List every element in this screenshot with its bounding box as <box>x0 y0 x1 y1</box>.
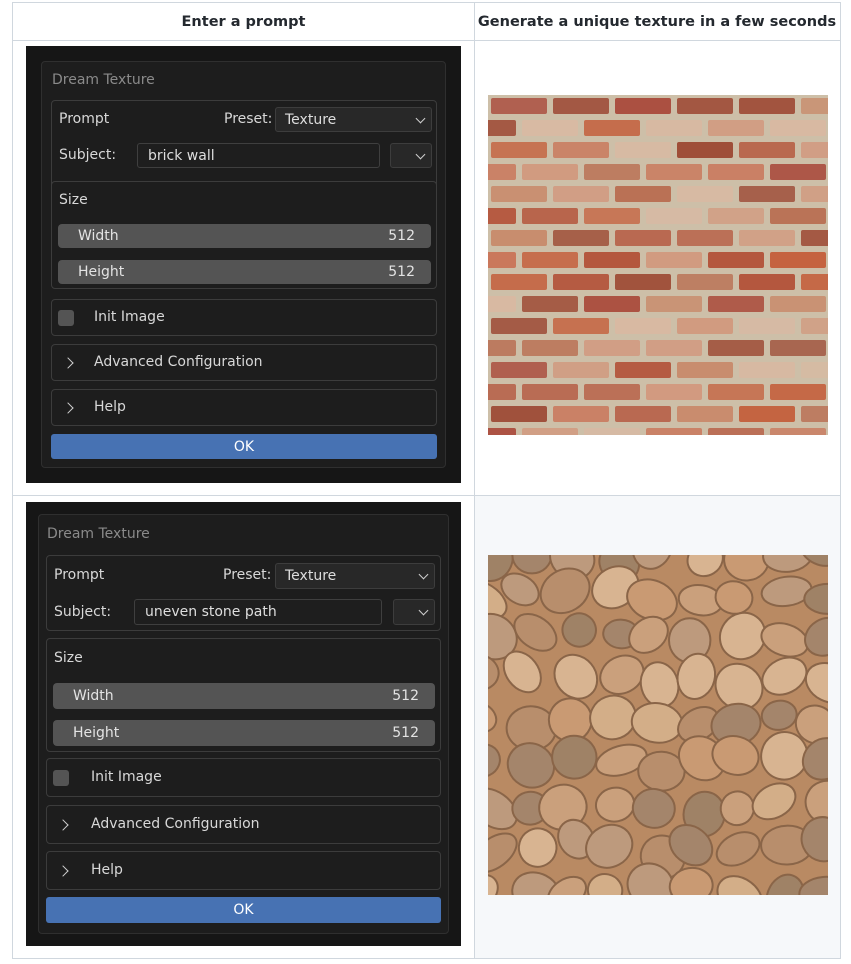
preset-value: Texture <box>285 568 337 584</box>
dialog-title: Dream Texture <box>47 526 150 542</box>
height-label: Height <box>73 725 120 741</box>
width-value: 512 <box>388 228 415 244</box>
column-header-prompt: Enter a prompt <box>181 13 306 30</box>
prompt-label: Prompt <box>59 111 110 127</box>
preset-dropdown[interactable]: Texture <box>275 107 432 132</box>
chevron-down-icon <box>418 605 429 616</box>
ok-button[interactable]: OK <box>51 434 437 459</box>
subject-input[interactable]: brick wall <box>137 143 380 168</box>
dialog-title: Dream Texture <box>52 72 155 88</box>
size-label: Size <box>54 650 83 666</box>
height-label: Height <box>78 264 125 280</box>
size-section: Size Width 512 Height 512 <box>46 638 441 752</box>
help-label: Help <box>91 862 123 878</box>
preset-label: Preset: <box>224 111 273 127</box>
column-divider <box>474 3 475 958</box>
preset-label: Preset: <box>223 567 272 583</box>
column-header-result: Generate a unique texture in a few secon… <box>477 13 837 30</box>
dream-texture-dialog: Dream Texture Prompt Preset: Texture Sub… <box>26 46 461 483</box>
ok-label: OK <box>233 438 255 455</box>
width-label: Width <box>78 228 119 244</box>
row-divider <box>13 495 840 496</box>
advanced-configuration-label: Advanced Configuration <box>91 816 260 832</box>
advanced-configuration-label: Advanced Configuration <box>94 354 263 370</box>
width-label: Width <box>73 688 114 704</box>
init-image-section[interactable]: Init Image <box>46 758 441 797</box>
preset-dropdown[interactable]: Texture <box>275 563 435 589</box>
subject-label: Subject: <box>59 147 117 163</box>
init-image-section[interactable]: Init Image <box>51 299 437 336</box>
width-field[interactable]: Width 512 <box>58 224 431 248</box>
chevron-down-icon <box>418 569 429 580</box>
width-value: 512 <box>392 688 419 704</box>
chevron-down-icon <box>415 149 426 159</box>
chevron-right-icon <box>57 865 69 877</box>
init-image-label: Init Image <box>91 769 162 785</box>
subject-input[interactable]: uneven stone path <box>134 599 382 625</box>
height-value: 512 <box>388 264 415 280</box>
advanced-configuration-section[interactable]: Advanced Configuration <box>46 805 441 844</box>
init-image-checkbox[interactable] <box>53 770 69 786</box>
size-label: Size <box>59 192 88 208</box>
chevron-right-icon <box>62 357 74 369</box>
header-divider <box>13 40 840 41</box>
help-section[interactable]: Help <box>51 389 437 426</box>
subject-label: Subject: <box>54 604 112 620</box>
chevron-right-icon <box>57 819 69 831</box>
dream-texture-dialog: Dream Texture Prompt Preset: Texture Sub… <box>26 502 461 946</box>
help-section[interactable]: Help <box>46 851 441 890</box>
advanced-configuration-section[interactable]: Advanced Configuration <box>51 344 437 381</box>
size-section: Size Width 512 Height 512 <box>51 181 437 289</box>
brick-wall-texture <box>488 95 828 435</box>
ok-button[interactable]: OK <box>46 897 441 923</box>
height-field[interactable]: Height 512 <box>53 720 435 746</box>
subject-options-dropdown[interactable] <box>393 599 435 625</box>
subject-options-dropdown[interactable] <box>390 143 432 168</box>
chevron-right-icon <box>62 402 74 414</box>
help-label: Help <box>94 399 126 415</box>
height-field[interactable]: Height 512 <box>58 260 431 284</box>
chevron-down-icon <box>415 113 426 123</box>
prompt-section: Prompt Preset: Texture Subject: uneven s… <box>46 555 441 631</box>
stone-path-texture <box>488 555 828 895</box>
init-image-label: Init Image <box>94 309 165 325</box>
ok-label: OK <box>233 902 254 918</box>
preset-value: Texture <box>285 111 337 128</box>
height-value: 512 <box>392 725 419 741</box>
init-image-checkbox[interactable] <box>58 310 74 326</box>
prompt-label: Prompt <box>54 567 105 583</box>
width-field[interactable]: Width 512 <box>53 683 435 709</box>
